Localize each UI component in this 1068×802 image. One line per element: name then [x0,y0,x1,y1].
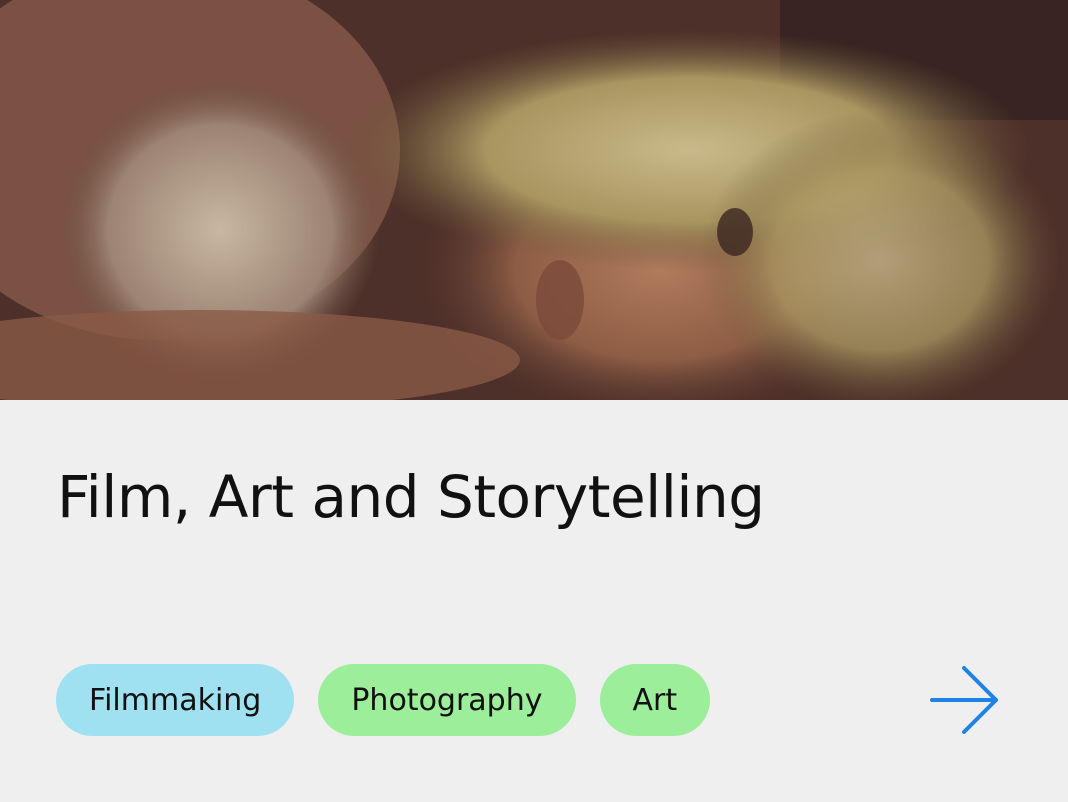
tag-label: Photography [351,682,543,718]
card-title: Film, Art and Storytelling [57,463,765,531]
tag-list: Filmmaking Photography Art [56,664,711,736]
arrow-right-icon[interactable] [928,664,1002,736]
tag-filmmaking[interactable]: Filmmaking [56,664,295,736]
tag-label: Art [632,682,678,718]
tag-label: Filmmaking [89,682,262,718]
tag-photography[interactable]: Photography [318,664,576,736]
tag-art[interactable]: Art [599,664,711,736]
hero-image [0,0,1068,400]
article-card[interactable]: Film, Art and Storytelling Filmmaking Ph… [0,0,1068,802]
